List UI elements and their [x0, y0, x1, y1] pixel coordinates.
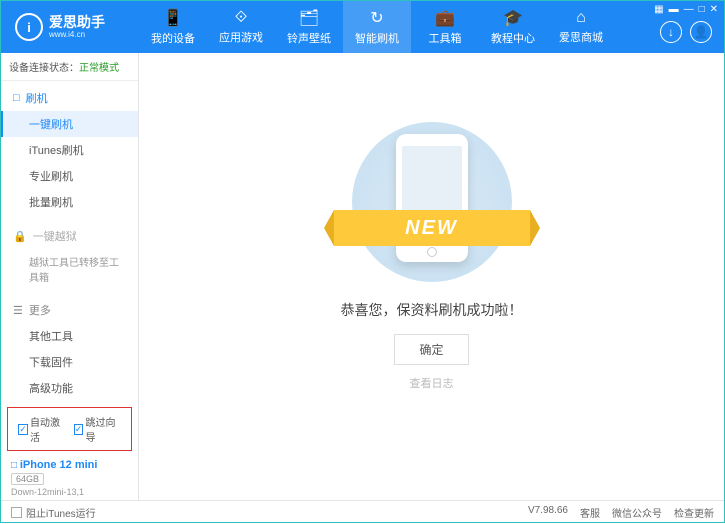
- device-info[interactable]: □ iPhone 12 mini 64GB Down-12mini-13,1: [1, 453, 138, 503]
- folder-icon: 🗂: [299, 8, 319, 28]
- sidebar-item-itunes-flash[interactable]: iTunes刷机: [1, 137, 138, 163]
- graduation-icon: 🎓: [503, 8, 523, 28]
- device-name: iPhone 12 mini: [20, 459, 98, 471]
- flash-icon: □: [13, 92, 20, 104]
- logo-area: i 爱思助手 www.i4.cn: [1, 13, 139, 41]
- flash-options-highlight: ✓ 自动激活 ✓ 跳过向导: [7, 407, 132, 451]
- app-name: 爱思助手: [49, 15, 105, 30]
- phone-icon: 📱: [163, 8, 183, 28]
- pin-icon[interactable]: ▦: [654, 4, 663, 15]
- sidebar-item-pro-flash[interactable]: 专业刷机: [1, 163, 138, 189]
- maximize-icon[interactable]: □: [699, 4, 705, 15]
- app-header: i 爱思助手 www.i4.cn 📱我的设备 ⟐应用游戏 🗂铃声壁纸 ↻智能刷机…: [1, 1, 724, 53]
- tab-apps-games[interactable]: ⟐应用游戏: [207, 1, 275, 53]
- minimize-icon[interactable]: —: [684, 4, 694, 15]
- tab-ringtones[interactable]: 🗂铃声壁纸: [275, 1, 343, 53]
- checkbox-icon: [11, 507, 22, 518]
- footer-service[interactable]: 客服: [580, 505, 600, 520]
- sidebar-jailbreak-note: 越狱工具已转移至工具箱: [1, 249, 138, 289]
- tab-my-device[interactable]: 📱我的设备: [139, 1, 207, 53]
- refresh-icon: ↻: [370, 8, 383, 28]
- success-message: 恭喜您，保资料刷机成功啦！: [341, 300, 523, 320]
- sidebar-item-batch-flash[interactable]: 批量刷机: [1, 189, 138, 215]
- tab-toolbox[interactable]: 💼工具箱: [411, 1, 479, 53]
- logo-icon: i: [15, 13, 43, 41]
- sidebar: 设备连接状态：正常模式 □ 刷机 一键刷机 iTunes刷机 专业刷机 批量刷机…: [1, 53, 139, 500]
- sidebar-section-more[interactable]: ☰ 更多: [1, 297, 138, 323]
- main-content: NEW 恭喜您，保资料刷机成功啦！ 确定 查看日志: [139, 53, 724, 500]
- apps-icon: ⟐: [235, 9, 248, 27]
- tab-store[interactable]: ⌂爱思商城: [547, 1, 615, 53]
- footer-version: V7.98.66: [528, 505, 568, 520]
- confirm-button[interactable]: 确定: [394, 334, 468, 365]
- footer-wechat[interactable]: 微信公众号: [612, 505, 662, 520]
- sidebar-section-jailbreak: 🔒 一键越狱: [1, 223, 138, 249]
- device-storage: 64GB: [11, 473, 44, 485]
- close-icon[interactable]: ✕: [710, 4, 718, 15]
- download-button[interactable]: ↓: [660, 21, 682, 43]
- home-icon: ⌂: [576, 9, 586, 27]
- menu-icon: ☰: [13, 304, 23, 317]
- new-banner: NEW: [334, 210, 530, 246]
- checkbox-auto-activate[interactable]: ✓ 自动激活: [18, 414, 66, 444]
- checkbox-icon: ✓: [74, 424, 84, 435]
- sidebar-item-other-tools[interactable]: 其他工具: [1, 323, 138, 349]
- tab-tutorials[interactable]: 🎓教程中心: [479, 1, 547, 53]
- skin-icon[interactable]: ▬: [669, 4, 679, 15]
- checkbox-icon: ✓: [18, 424, 28, 435]
- footer: 阻止iTunes运行 V7.98.66 客服 微信公众号 检查更新: [1, 500, 724, 524]
- sidebar-item-oneclick-flash[interactable]: 一键刷机: [1, 111, 138, 137]
- window-controls: ▦ ▬ — □ ✕: [654, 4, 718, 15]
- device-model: Down-12mini-13,1: [11, 487, 128, 497]
- header-action-icons: ↓ 👤: [660, 21, 712, 43]
- tab-smart-flash[interactable]: ↻智能刷机: [343, 1, 411, 53]
- checkbox-skip-guide[interactable]: ✓ 跳过向导: [74, 414, 122, 444]
- connection-status: 设备连接状态：正常模式: [1, 53, 138, 81]
- sidebar-item-advanced[interactable]: 高级功能: [1, 375, 138, 401]
- footer-update[interactable]: 检查更新: [674, 505, 714, 520]
- success-illustration: NEW: [352, 122, 512, 282]
- view-log-link[interactable]: 查看日志: [410, 375, 454, 391]
- nav-tabs: 📱我的设备 ⟐应用游戏 🗂铃声壁纸 ↻智能刷机 💼工具箱 🎓教程中心 ⌂爱思商城: [139, 1, 615, 53]
- footer-block-itunes[interactable]: 阻止iTunes运行: [11, 505, 96, 520]
- user-button[interactable]: 👤: [690, 21, 712, 43]
- sidebar-section-flash[interactable]: □ 刷机: [1, 85, 138, 111]
- sidebar-item-download-firmware[interactable]: 下载固件: [1, 349, 138, 375]
- app-url: www.i4.cn: [49, 30, 105, 39]
- lock-icon: 🔒: [13, 230, 27, 243]
- briefcase-icon: 💼: [435, 8, 455, 28]
